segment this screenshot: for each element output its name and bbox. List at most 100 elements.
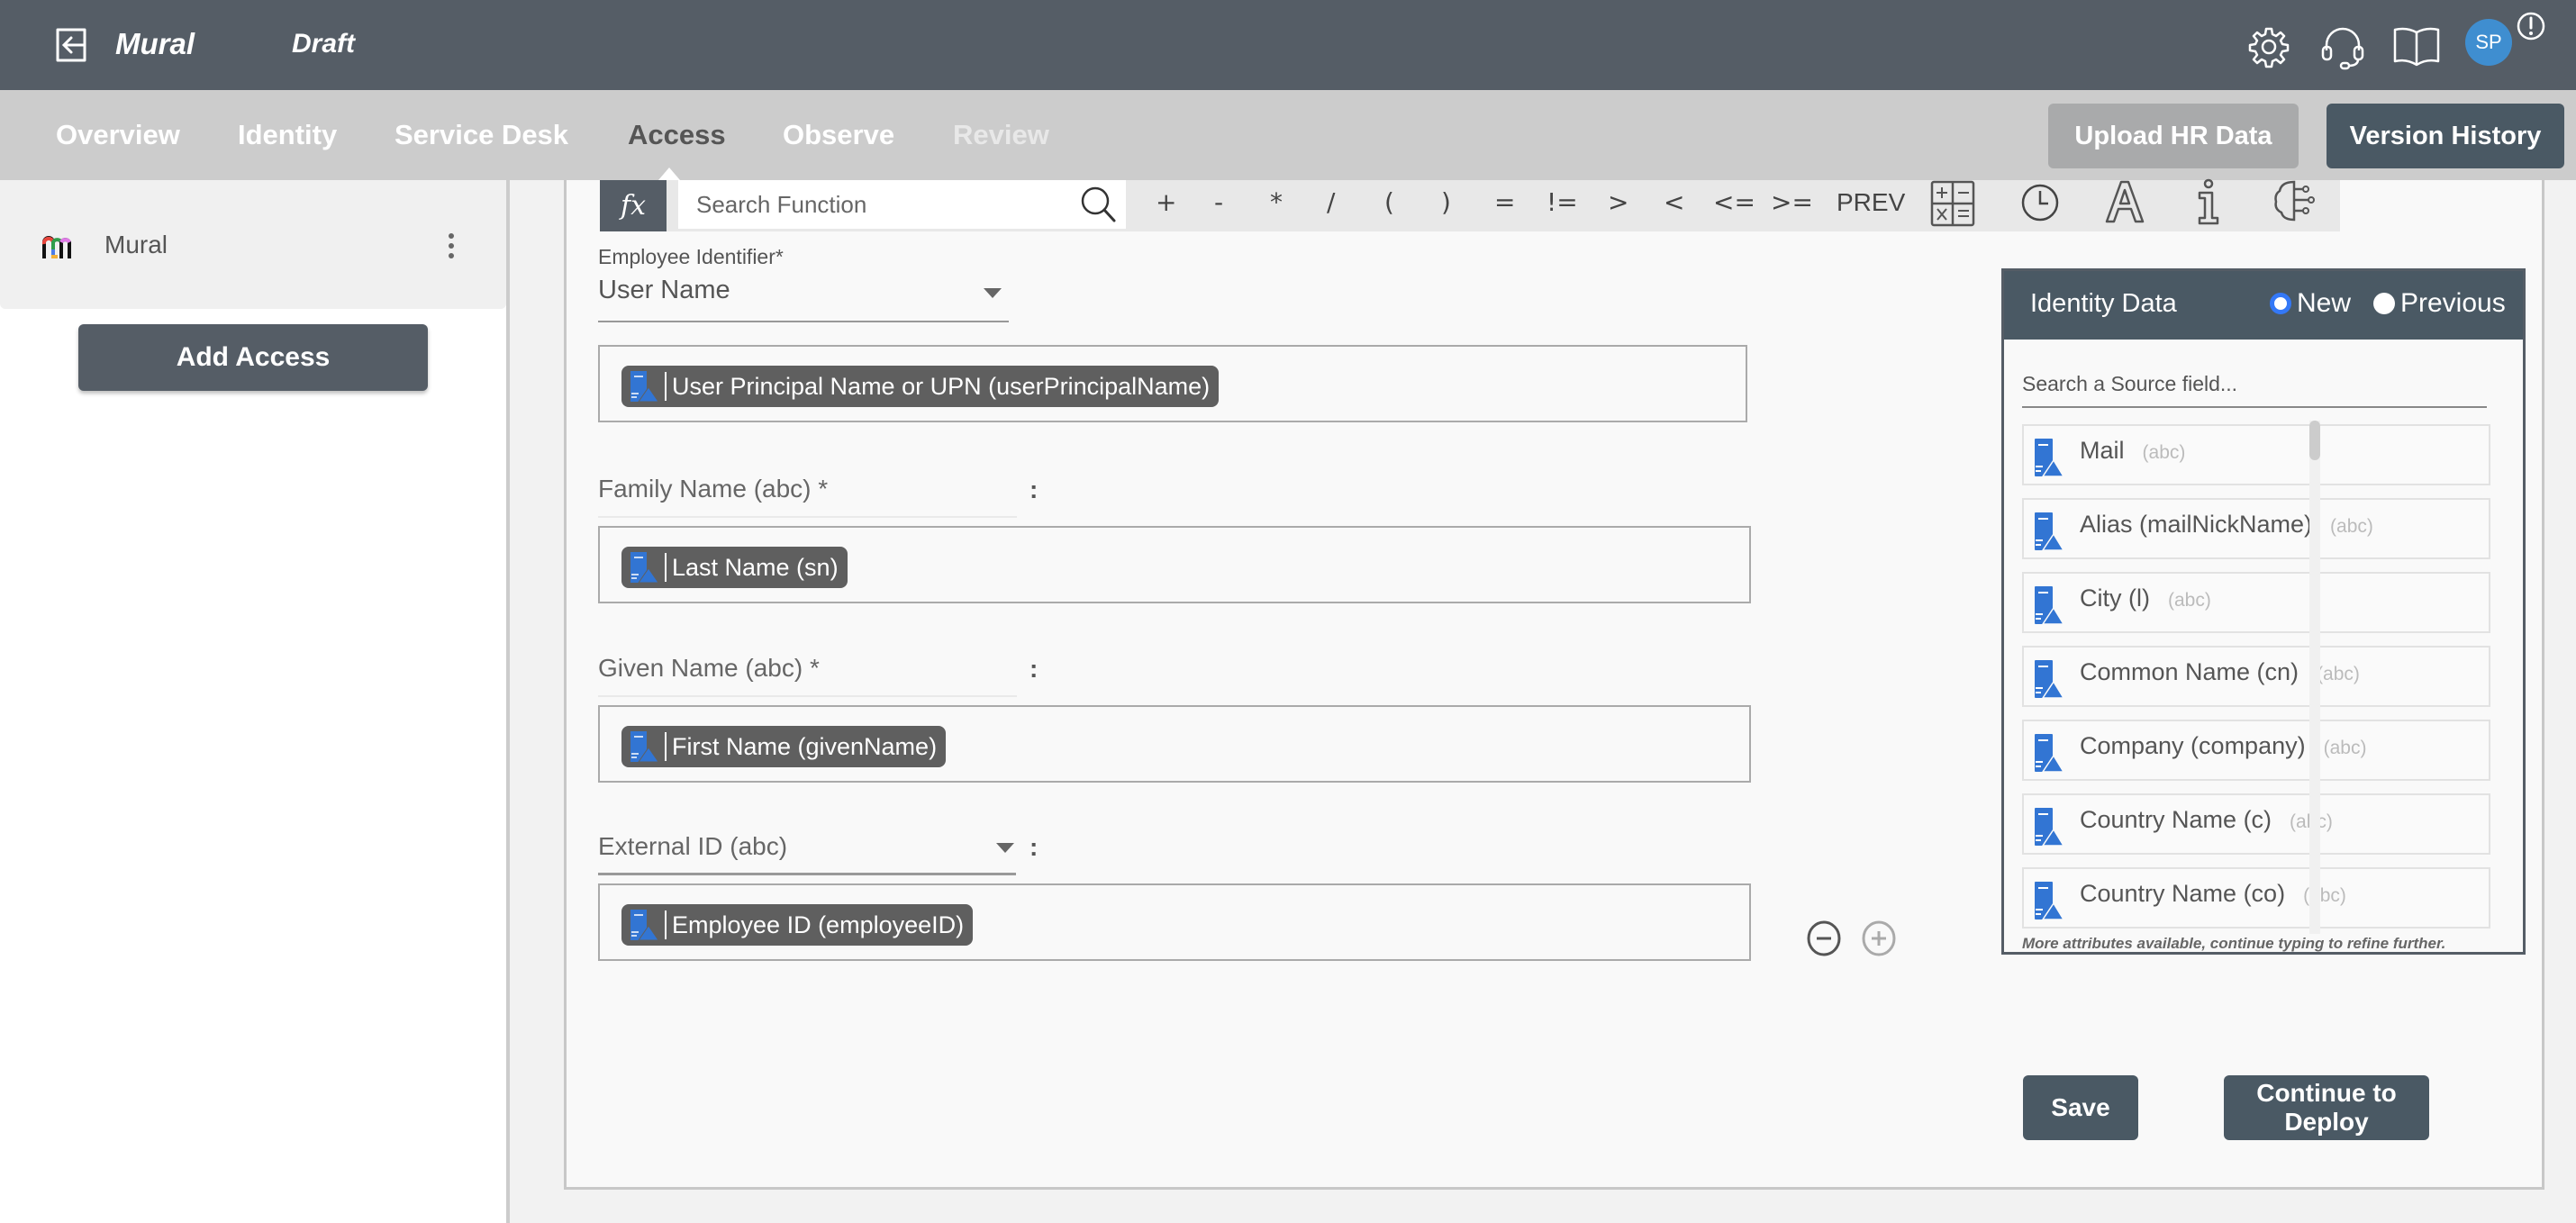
radio-new-label[interactable]: New xyxy=(2297,288,2351,319)
text-format-icon[interactable] xyxy=(2103,178,2146,225)
continue-to-deploy-button[interactable]: Continue to Deploy xyxy=(2224,1075,2429,1140)
source-field-chip[interactable]: Last Name (sn) xyxy=(621,547,848,588)
tab-observe[interactable]: Observe xyxy=(783,119,894,151)
search-icon[interactable] xyxy=(1076,180,1121,229)
chip-separator xyxy=(665,372,667,401)
operator-greater-equal[interactable]: >= xyxy=(1771,187,1813,217)
status-label: Draft xyxy=(292,29,356,59)
source-field-item[interactable]: City (l) (abc) xyxy=(2022,572,2490,633)
source-list-scrollbar[interactable] xyxy=(2309,421,2320,934)
more-options-icon[interactable] xyxy=(447,232,456,259)
source-field-label: Company (company) xyxy=(2080,732,2306,759)
source-field-label: Country Name (co) xyxy=(2080,880,2286,907)
source-field-icon xyxy=(630,731,659,763)
calculator-icon[interactable] xyxy=(1930,180,1975,227)
external-id-label: External ID (abc) xyxy=(598,832,788,860)
operator-not-equals[interactable]: != xyxy=(1547,187,1578,217)
chip-label: Employee ID (employeeID) xyxy=(672,910,965,938)
source-field-item[interactable]: Mail (abc) xyxy=(2022,424,2490,485)
version-history-button[interactable]: Version History xyxy=(2327,104,2564,168)
source-field-icon xyxy=(2035,439,2064,477)
sidebar-divider[interactable] xyxy=(506,180,510,1223)
tab-access[interactable]: Access xyxy=(628,119,726,151)
family-name-mapping-box[interactable]: Last Name (sn) xyxy=(598,526,1751,603)
headset-icon[interactable] xyxy=(2319,23,2366,70)
sidebar-item-mural[interactable] xyxy=(0,180,506,309)
save-button[interactable]: Save xyxy=(2023,1075,2138,1140)
app-name: Mural xyxy=(115,27,195,60)
family-name-label: Family Name (abc) * xyxy=(598,475,1017,518)
more-attributes-note: More attributes available, continue typi… xyxy=(2022,935,2446,952)
employee-identifier-label: Employee Identifier* xyxy=(598,245,784,268)
source-field-list: Mail (abc) Alias (mailNickName) (abc) City… xyxy=(2022,424,2499,929)
ai-brain-icon[interactable] xyxy=(2272,178,2319,223)
source-field-icon xyxy=(2035,882,2064,920)
operator-less[interactable]: < xyxy=(1664,187,1684,217)
source-field-icon xyxy=(630,552,659,584)
operator-plus[interactable]: + xyxy=(1156,187,1176,217)
source-field-item[interactable]: Country Name (c)(abc) xyxy=(2022,793,2490,855)
tab-service-desk[interactable]: Service Desk xyxy=(395,119,568,151)
alert-icon[interactable] xyxy=(2516,11,2546,41)
identity-data-title: Identity Data xyxy=(2030,289,2177,318)
tab-overview[interactable]: Overview xyxy=(56,119,180,151)
remove-mapping-icon[interactable] xyxy=(1806,920,1842,957)
operator-close-paren[interactable]: ) xyxy=(1441,187,1451,217)
radio-new[interactable] xyxy=(2270,293,2291,314)
source-field-icon xyxy=(2035,586,2064,625)
external-id-mapping-box[interactable]: Employee ID (employeeID) xyxy=(598,883,1751,961)
book-icon[interactable] xyxy=(2392,25,2441,67)
operator-greater[interactable]: > xyxy=(1608,187,1628,217)
source-field-label: Common Name (cn) xyxy=(2080,658,2299,685)
radio-previous[interactable] xyxy=(2373,293,2395,314)
function-search-input[interactable] xyxy=(678,180,1126,229)
source-field-item[interactable]: Company (company) (abc) xyxy=(2022,720,2490,781)
external-id-dropdown[interactable]: External ID (abc) xyxy=(598,832,1016,875)
source-field-chip[interactable]: Employee ID (employeeID) xyxy=(621,904,974,946)
source-field-type: (abc) xyxy=(2330,516,2373,537)
employee-identifier-mapping-box[interactable]: User Principal Name or UPN (userPrincipa… xyxy=(598,345,1747,422)
identity-data-panel: Identity Data New Previous Mail (abc) Ali… xyxy=(2001,268,2526,955)
operator-minus[interactable]: - xyxy=(1214,187,1223,217)
operator-divide[interactable]: / xyxy=(1327,187,1335,217)
clock-icon[interactable] xyxy=(2019,182,2061,223)
gear-icon[interactable] xyxy=(2247,25,2290,68)
prev-function-button[interactable]: PREV xyxy=(1837,188,1905,217)
operator-multiply[interactable]: * xyxy=(1270,187,1283,217)
source-field-chip[interactable]: First Name (givenName) xyxy=(621,726,947,767)
user-avatar[interactable]: SP xyxy=(2465,19,2512,66)
given-name-mapping-box[interactable]: First Name (givenName) xyxy=(598,705,1751,783)
radio-previous-label[interactable]: Previous xyxy=(2400,288,2506,319)
chip-separator xyxy=(665,732,667,761)
add-mapping-icon[interactable] xyxy=(1861,920,1897,957)
source-field-type: (abc) xyxy=(2323,738,2367,758)
tab-identity[interactable]: Identity xyxy=(238,119,337,151)
source-field-icon xyxy=(2035,660,2064,699)
source-field-type: (abc) xyxy=(2167,590,2211,611)
upload-hr-data-button[interactable]: Upload HR Data xyxy=(2048,104,2299,168)
given-name-label: Given Name (abc) * xyxy=(598,654,1017,697)
source-field-item[interactable]: Country Name (co) (abc) xyxy=(2022,867,2490,929)
source-field-chip[interactable]: User Principal Name or UPN (userPrincipa… xyxy=(621,366,1220,407)
source-list-scroll-thumb[interactable] xyxy=(2309,421,2320,460)
source-field-icon xyxy=(2035,734,2064,773)
source-field-search-input[interactable] xyxy=(2022,361,2487,408)
source-field-icon xyxy=(630,371,659,403)
chip-label: First Name (givenName) xyxy=(672,732,938,760)
source-field-type: (abc) xyxy=(2142,442,2186,463)
back-icon[interactable] xyxy=(54,27,90,63)
source-field-item[interactable]: Alias (mailNickName) (abc) xyxy=(2022,498,2490,559)
chip-label: User Principal Name or UPN (userPrincipa… xyxy=(672,372,1211,400)
mapping-colon: : xyxy=(1029,655,1039,683)
operator-less-equal[interactable]: <= xyxy=(1713,187,1755,217)
employee-identifier-dropdown[interactable]: User Name xyxy=(598,276,1009,322)
operator-open-paren[interactable]: ( xyxy=(1384,187,1394,217)
fx-icon[interactable]: fx xyxy=(600,180,667,231)
source-field-item[interactable]: Common Name (cn) (abc) xyxy=(2022,646,2490,707)
source-field-icon xyxy=(630,910,659,941)
add-access-button[interactable]: Add Access xyxy=(78,324,428,391)
info-icon[interactable] xyxy=(2194,178,2223,225)
chip-separator xyxy=(665,910,667,939)
source-field-type: (abc) xyxy=(2317,664,2360,684)
operator-equals[interactable]: = xyxy=(1494,187,1515,217)
